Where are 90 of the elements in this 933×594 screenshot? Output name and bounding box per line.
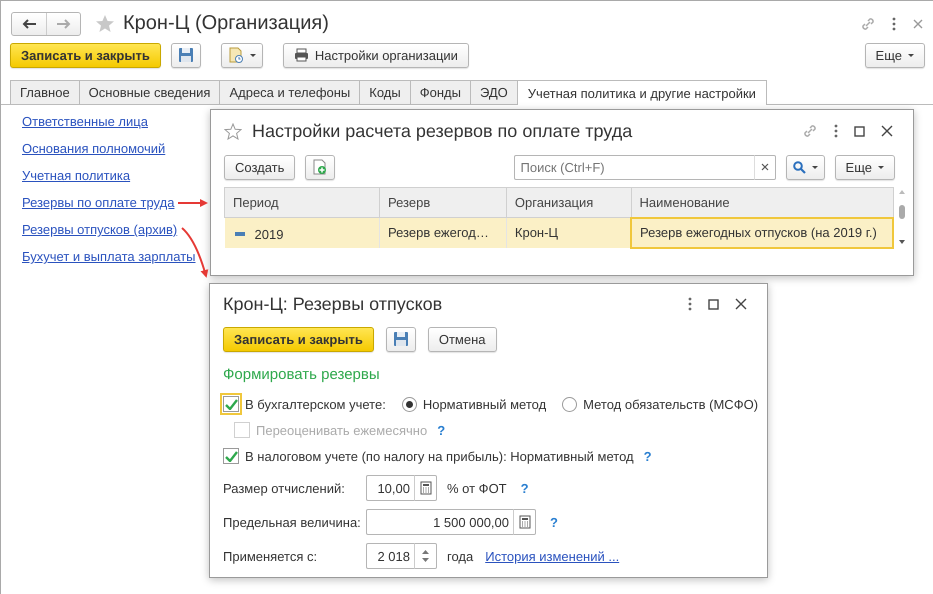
- search-options-button[interactable]: [786, 154, 825, 180]
- dialog-title: Крон-Ц: Резервы отпусков: [223, 294, 442, 314]
- link[interactable]: Учетная политика: [22, 167, 130, 184]
- window-title: Крон-Ц (Организация): [123, 12, 329, 35]
- radio-option[interactable]: Нормативный метод: [402, 396, 546, 412]
- create-button[interactable]: Создать: [224, 154, 296, 180]
- table-cell: Резерв ежегодных отпусков (на 2019 г.): [631, 218, 893, 248]
- save-and-close-button[interactable]: Записать и закрыть: [10, 42, 161, 68]
- section-title: Формировать резервы: [223, 366, 381, 383]
- caret-icon: [878, 166, 884, 168]
- column-header[interactable]: Резерв: [380, 188, 506, 218]
- field-label: Предельная величина:: [223, 514, 362, 530]
- help-icon[interactable]: ?: [644, 448, 652, 464]
- number-field[interactable]: 10,00: [366, 475, 414, 501]
- save-button[interactable]: [170, 42, 201, 68]
- column-header[interactable]: Наименование: [631, 188, 893, 218]
- collapse-icon: [234, 232, 244, 236]
- more-icon[interactable]: [834, 124, 838, 138]
- more-button[interactable]: Еще: [864, 42, 925, 68]
- tab[interactable]: Основные сведения: [78, 80, 220, 104]
- spin-button[interactable]: [414, 543, 437, 569]
- caret-icon: [250, 54, 256, 56]
- table-cell: Крон-Ц: [506, 218, 632, 248]
- checkbox[interactable]: [223, 396, 239, 412]
- close-icon[interactable]: [881, 125, 893, 137]
- checkbox-label: Переоценивать ежемесячно: [256, 422, 428, 438]
- search-field[interactable]: Поиск (Ctrl+F): [514, 154, 754, 180]
- tab[interactable]: Адреса и телефоны: [219, 80, 360, 104]
- link[interactable]: Основания полномочий: [22, 140, 166, 157]
- tab[interactable]: Главное: [10, 80, 80, 104]
- maximize-icon[interactable]: [854, 126, 865, 136]
- document-clock-icon: [228, 47, 244, 63]
- link[interactable]: Ответственные лица: [22, 113, 148, 130]
- year-field[interactable]: 2 018: [366, 543, 414, 569]
- close-icon[interactable]: [735, 298, 747, 310]
- save-button[interactable]: [386, 326, 416, 352]
- document-plus-icon: [312, 159, 328, 175]
- calculator-icon: [420, 481, 432, 495]
- unit-label: % от ФОТ: [447, 480, 507, 496]
- tab[interactable]: Фонды: [410, 80, 471, 104]
- link-icon[interactable]: [860, 16, 876, 32]
- star-icon[interactable]: [224, 122, 242, 140]
- link-icon[interactable]: [802, 123, 818, 139]
- more-icon[interactable]: [892, 16, 896, 30]
- tab[interactable]: Учетная политика и другие настройки: [516, 80, 767, 105]
- link[interactable]: Резервы по оплате труда: [22, 194, 174, 211]
- table-cell: Резерв ежегод…: [380, 218, 506, 248]
- checkbox[interactable]: [223, 448, 239, 464]
- calculator-button[interactable]: [513, 509, 536, 535]
- copy-button[interactable]: [305, 154, 336, 180]
- checkbox-label: В бухгалтерском учете:: [245, 396, 386, 412]
- organization-settings-button[interactable]: Настройки организации: [282, 42, 469, 68]
- cancel-button[interactable]: Отмена: [428, 326, 496, 352]
- search-icon: [792, 160, 806, 174]
- documents-menu-button[interactable]: [220, 42, 263, 68]
- field-label: Размер отчислений:: [223, 480, 346, 496]
- help-icon[interactable]: ?: [550, 514, 558, 530]
- tab[interactable]: ЭДО: [470, 80, 518, 104]
- field-label: Применяется с:: [223, 548, 318, 564]
- save-and-close-button[interactable]: Записать и закрыть: [223, 326, 374, 352]
- clear-button[interactable]: [754, 154, 776, 180]
- history-link[interactable]: История изменений ...: [485, 548, 620, 564]
- caret-icon: [908, 54, 914, 56]
- more-button[interactable]: Еще: [834, 154, 895, 180]
- left-arrow-icon: [22, 18, 36, 28]
- radio-option[interactable]: Метод обязательств (МСФО): [562, 396, 758, 412]
- more-icon[interactable]: [688, 297, 692, 311]
- calculator-icon: [518, 515, 530, 529]
- check-icon: [224, 398, 238, 410]
- maximize-icon[interactable]: [708, 298, 719, 310]
- printer-icon: [294, 48, 309, 62]
- check-icon: [224, 450, 238, 462]
- tab[interactable]: Коды: [359, 80, 411, 104]
- calculator-button[interactable]: [414, 475, 437, 501]
- table-cell: 2019: [224, 218, 380, 248]
- pointer-arrow: [178, 199, 208, 207]
- star-icon[interactable]: [95, 14, 115, 33]
- dialog-title: Настройки расчета резервов по оплате труда: [252, 120, 632, 142]
- link[interactable]: Резервы отпусков (архив): [22, 221, 178, 238]
- caret-icon: [812, 166, 818, 168]
- right-arrow-icon: [56, 18, 70, 28]
- column-header[interactable]: Организация: [506, 188, 632, 218]
- checkbox-label: В налоговом учете (по налогу на прибыль): Нормативный метод: [245, 448, 634, 464]
- spin-arrows-icon: [422, 549, 429, 563]
- link[interactable]: Бухучет и выплата зарплаты: [22, 248, 196, 265]
- number-field[interactable]: 1 500 000,00: [366, 509, 513, 535]
- clear-icon: [760, 163, 769, 171]
- unit-label: года: [447, 548, 474, 564]
- column-header[interactable]: Период: [224, 188, 380, 218]
- help-icon[interactable]: ?: [520, 480, 529, 496]
